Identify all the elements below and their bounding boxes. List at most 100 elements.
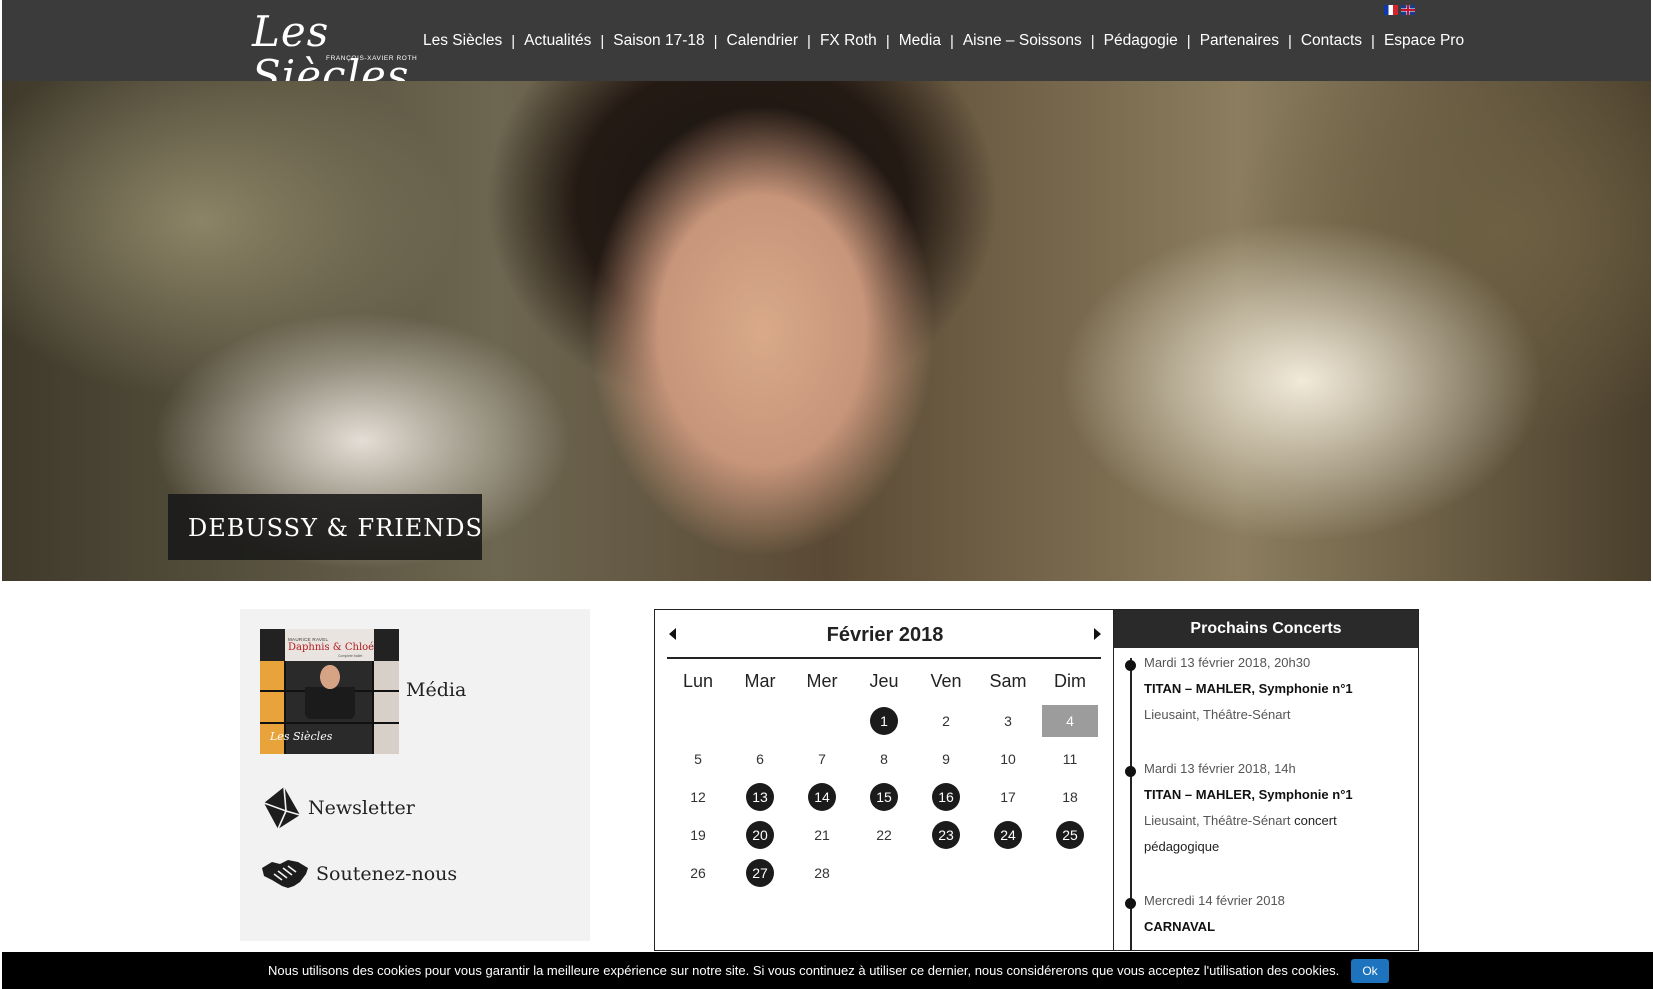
weekday-sam: Sam <box>989 671 1027 691</box>
calendar-day: 18 <box>1062 789 1078 805</box>
nav-partenaires[interactable]: Partenaires <box>1200 32 1279 50</box>
nav-calendrier[interactable]: Calendrier <box>727 32 799 50</box>
concert-item: Mercredi 14 février 2018 CARNAVAL <box>1144 888 1414 940</box>
main-nav: Les Siècles | Actualités | Saison 17-18 … <box>423 32 1464 50</box>
cookie-ok-button[interactable]: Ok <box>1351 959 1389 983</box>
nav-pedagogie[interactable]: Pédagogie <box>1104 32 1178 50</box>
concert-date: Mercredi 14 février 2018 <box>1144 893 1285 908</box>
calendar-day: 3 <box>1004 713 1012 729</box>
nav-separator: | <box>713 32 718 50</box>
cookie-message: Nous utilisons des cookies pour vous gar… <box>268 963 1340 978</box>
calendar-day: 5 <box>694 751 702 767</box>
timeline-dot <box>1125 898 1136 909</box>
english-flag-icon[interactable] <box>1401 5 1415 15</box>
concert-venue: Lieusaint, Théâtre-Sénart <box>1144 702 1414 728</box>
handshake-icon <box>262 860 308 888</box>
concert-venue-text: Lieusaint, Théâtre-Sénart <box>1144 707 1291 722</box>
hero-banner[interactable]: DEBUSSY & FRIENDS <box>2 81 1651 581</box>
calendar-day-event[interactable]: 16 <box>932 783 960 811</box>
nav-separator: | <box>1371 32 1375 50</box>
calendar-day-event[interactable]: 14 <box>808 783 836 811</box>
timeline-dot <box>1125 766 1136 777</box>
hero-caption-text: DEBUSSY & FRIENDS <box>188 514 483 542</box>
cover-signature: Les Siècles <box>270 730 333 743</box>
calendar-day: 10 <box>1000 751 1016 767</box>
nav-espace-pro[interactable]: Espace Pro <box>1384 32 1464 50</box>
nav-separator: | <box>1090 32 1095 50</box>
weekday-lun: Lun <box>682 671 714 691</box>
calendar-day: 7 <box>818 751 826 767</box>
concert-title[interactable]: TITAN – MAHLER, Symphonie n°1 <box>1144 676 1414 702</box>
weekday-jeu: Jeu <box>869 671 899 691</box>
calendar-day: 22 <box>876 827 892 843</box>
next-month-arrow-icon[interactable] <box>1094 628 1101 640</box>
site-header: Les Siècles FRANÇOIS-XAVIER ROTH Les Siè… <box>2 0 1651 98</box>
nav-separator: | <box>885 32 890 50</box>
nav-separator: | <box>807 32 811 50</box>
nav-separator: | <box>949 32 954 50</box>
sidebar-panel: MAURICE RAVEL Daphnis & Chloé Complete b… <box>240 609 590 941</box>
calendar-day: 19 <box>690 827 706 843</box>
calendar-day-event[interactable]: 20 <box>746 821 774 849</box>
calendar-day: 8 <box>880 751 888 767</box>
nav-separator: | <box>511 32 516 50</box>
calendar-day: 17 <box>1000 789 1016 805</box>
weekday-ven: Ven <box>930 671 962 691</box>
weekday-mar: Mar <box>744 671 776 691</box>
nav-separator: | <box>1287 32 1292 50</box>
logo-subtitle: FRANÇOIS-XAVIER ROTH <box>326 55 418 62</box>
calendar-day: 12 <box>690 789 706 805</box>
calendar-day: 6 <box>756 751 764 767</box>
calendar-day-event[interactable]: 13 <box>746 783 774 811</box>
site-logo[interactable]: Les Siècles FRANÇOIS-XAVIER ROTH <box>252 10 418 98</box>
concert-venue-text: Lieusaint, Théâtre-Sénart <box>1144 813 1291 828</box>
calendar-day: 28 <box>814 865 830 881</box>
concert-item: Mardi 13 février 2018, 14h TITAN – MAHLE… <box>1144 756 1414 860</box>
nav-aisne-soissons[interactable]: Aisne – Soissons <box>963 32 1082 50</box>
timeline-dot <box>1125 660 1136 671</box>
calendar-day: 21 <box>814 827 830 843</box>
nav-saison[interactable]: Saison 17-18 <box>613 32 704 50</box>
cover-title: Daphnis & Chloé <box>288 642 375 653</box>
french-flag-icon[interactable] <box>1384 5 1398 15</box>
calendar-day-event[interactable]: 23 <box>932 821 960 849</box>
cover-subtitle: Complete ballet <box>338 654 363 658</box>
concert-venue: Lieusaint, Théâtre-Sénart concert pédago… <box>1144 808 1414 860</box>
nav-media[interactable]: Media <box>899 32 941 50</box>
weekday-dim: Dim <box>1054 671 1086 691</box>
cover-portrait <box>305 659 355 719</box>
calendar-month-title: Février 2018 <box>826 624 944 646</box>
concert-title[interactable]: TITAN – MAHLER, Symphonie n°1 <box>1144 782 1414 808</box>
concert-item: Mardi 13 février 2018, 20h30 TITAN – MAH… <box>1144 650 1414 728</box>
nav-fx-roth[interactable]: FX Roth <box>820 32 877 50</box>
weekday-mer: Mer <box>806 671 838 691</box>
media-link[interactable]: Média <box>406 679 466 701</box>
hero-caption[interactable]: DEBUSSY & FRIENDS <box>168 494 482 560</box>
calendar-day-today: 4 <box>1042 705 1098 737</box>
concerts-heading: Prochains Concerts <box>1114 610 1418 648</box>
nav-contacts[interactable]: Contacts <box>1301 32 1362 50</box>
support-link[interactable]: Soutenez-nous <box>260 856 457 892</box>
calendar-day-event[interactable]: 27 <box>746 859 774 887</box>
nav-separator: | <box>600 32 605 50</box>
language-switcher <box>1384 5 1415 15</box>
cookie-banner: Nous utilisons des cookies pour vous gar… <box>2 952 1653 989</box>
upcoming-concerts: Prochains Concerts Mardi 13 février 2018… <box>1113 609 1419 951</box>
support-label: Soutenez-nous <box>316 863 458 885</box>
concert-date: Mardi 13 février 2018, 20h30 <box>1144 655 1311 670</box>
concert-date: Mardi 13 février 2018, 14h <box>1144 761 1296 776</box>
newsletter-link[interactable]: Newsletter <box>260 785 415 831</box>
calendar-divider <box>667 657 1101 659</box>
calendar-day: 26 <box>690 865 706 881</box>
nav-les-siecles[interactable]: Les Siècles <box>423 32 502 50</box>
envelope-icon <box>263 786 301 830</box>
nav-actualites[interactable]: Actualités <box>524 32 591 50</box>
calendar-day-event[interactable]: 1 <box>870 707 898 735</box>
calendar-day-event[interactable]: 25 <box>1056 821 1084 849</box>
calendar-day-event[interactable]: 15 <box>870 783 898 811</box>
calendar-day-event[interactable]: 24 <box>994 821 1022 849</box>
nav-separator: | <box>1186 32 1191 50</box>
album-cover-image[interactable]: MAURICE RAVEL Daphnis & Chloé Complete b… <box>260 629 399 754</box>
concert-title[interactable]: CARNAVAL <box>1144 914 1414 940</box>
events-calendar: Février 2018 Lun Mar Mer Jeu Ven Sam Dim 12345… <box>654 609 1114 951</box>
